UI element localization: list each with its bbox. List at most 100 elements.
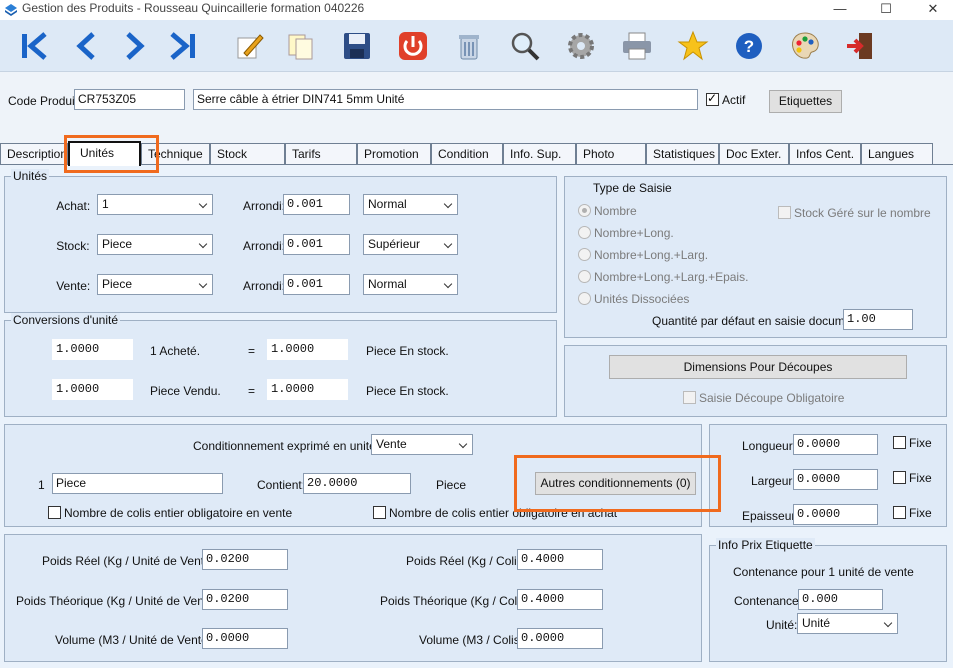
colis-achat-checkbox[interactable] [373, 506, 386, 519]
trash-icon [459, 35, 479, 60]
conversion-right-input[interactable]: 1.0000 [267, 379, 348, 400]
contient-input[interactable]: 20.0000 [303, 473, 411, 494]
tab-info-sup[interactable]: Info. Sup. [503, 143, 576, 164]
tab-infos-cent[interactable]: Infos Cent. [789, 143, 861, 164]
exit-button[interactable] [844, 29, 878, 63]
conversion-left-label: Piece Vendu. [150, 384, 221, 398]
dimension-input[interactable]: 0.0000 [793, 469, 878, 490]
qte-defaut-input[interactable]: 1.00 [843, 309, 913, 330]
maximize-button[interactable]: ☐ [866, 0, 906, 20]
conversion-right-label: Piece En stock. [366, 384, 449, 398]
conditionnement-unit-label: Piece [436, 478, 467, 492]
etiquettes-button[interactable]: Etiquettes [769, 90, 842, 113]
settings-button[interactable] [564, 29, 598, 63]
unites-unit-select[interactable]: Piece [97, 234, 213, 255]
type-saisie-radio[interactable] [578, 248, 591, 261]
minimize-button[interactable]: — [820, 0, 860, 20]
tab-technique[interactable]: Technique [141, 143, 210, 164]
conditionnement-qty: 1 [38, 478, 45, 492]
tab-statistiques[interactable]: Statistiques [646, 143, 719, 164]
qte-defaut-label: Quantité par défaut en saisie document: [652, 314, 865, 328]
tab-doc-exter[interactable]: Doc Exter. [719, 143, 789, 164]
arrondi-input[interactable]: 0.001 [283, 194, 350, 215]
type-saisie-radio[interactable] [578, 226, 591, 239]
arrondi-label: Arrondi: [243, 199, 286, 213]
dimension-fixe-checkbox[interactable] [893, 506, 906, 519]
poids-left-label: Volume (M3 / Unité de Vente): [55, 633, 216, 647]
arrondi-input[interactable]: 0.001 [283, 234, 350, 255]
next-record-button[interactable] [118, 29, 152, 63]
first-record-button[interactable] [17, 29, 51, 63]
delete-button[interactable] [452, 29, 486, 63]
toolbar: ? [0, 20, 953, 72]
unites-unit-select[interactable]: 1 [97, 194, 213, 215]
info-prix-title: Info Prix Etiquette [716, 538, 815, 552]
info-prix-subtitle: Contenance pour 1 unité de vente [733, 565, 914, 579]
code-produit-input[interactable]: CR753Z05 [74, 89, 185, 110]
conversion-left-input[interactable]: 1.0000 [52, 379, 133, 400]
type-saisie-option-label: Nombre+Long.+Larg.+Epais. [594, 270, 749, 284]
conversions-group-title: Conversions d'unité [11, 313, 121, 327]
arrondi-input[interactable]: 0.001 [283, 274, 350, 295]
dimension-input[interactable]: 0.0000 [793, 434, 878, 455]
conversion-left-input[interactable]: 1.0000 [52, 339, 133, 360]
conversion-right-label: Piece En stock. [366, 344, 449, 358]
arrondi-mode-select[interactable]: Supérieur [363, 234, 458, 255]
conversion-right-input[interactable]: 1.0000 [267, 339, 348, 360]
poids-left-input[interactable]: 0.0000 [202, 628, 288, 649]
previous-record-button[interactable] [69, 29, 103, 63]
actif-checkbox[interactable] [706, 91, 719, 106]
power-button[interactable] [396, 29, 430, 63]
colis-vente-checkbox[interactable] [48, 506, 61, 519]
poids-right-input[interactable]: 0.4000 [517, 589, 603, 610]
conditionnement-name-input[interactable]: Piece [52, 473, 223, 494]
poids-left-input[interactable]: 0.0200 [202, 549, 288, 570]
type-saisie-radio[interactable] [578, 204, 591, 217]
tab-langues[interactable]: Langues [861, 143, 933, 164]
search-icon [511, 32, 540, 61]
tab-tarifs[interactable]: Tarifs [285, 143, 357, 164]
dimension-label: Longueur: [742, 439, 797, 453]
poids-right-input[interactable]: 0.0000 [517, 628, 603, 649]
poids-right-input[interactable]: 0.4000 [517, 549, 603, 570]
type-saisie-radio[interactable] [578, 270, 591, 283]
dimension-label: Epaisseur: [742, 509, 799, 523]
copy-button[interactable] [284, 29, 318, 63]
search-button[interactable] [508, 29, 542, 63]
dimension-fixe-checkbox[interactable] [893, 471, 906, 484]
tab-stock[interactable]: Stock [210, 143, 285, 164]
tab-photo[interactable]: Photo [576, 143, 646, 164]
help-button[interactable]: ? [732, 29, 766, 63]
first-icon [22, 32, 47, 60]
dimension-fixe-checkbox[interactable] [893, 436, 906, 449]
print-button[interactable] [620, 29, 654, 63]
arrondi-mode-select[interactable]: Normal [363, 194, 458, 215]
type-saisie-option-label: Nombre+Long.+Larg. [594, 248, 709, 262]
save-button[interactable] [340, 29, 374, 63]
theme-button[interactable] [788, 29, 822, 63]
type-saisie-radio[interactable] [578, 292, 591, 305]
autres-conditionnements-button[interactable]: Autres conditionnements (0) [535, 472, 696, 495]
close-button[interactable]: ✕ [913, 0, 953, 20]
stock-gere-checkbox[interactable] [778, 206, 791, 219]
unites-unit-select[interactable]: Piece [97, 274, 213, 295]
conversion-equals: = [248, 344, 256, 358]
poids-left-input[interactable]: 0.0200 [202, 589, 288, 610]
tab-promotion[interactable]: Promotion [357, 143, 431, 164]
stock-gere-label: Stock Géré sur le nombre [794, 206, 931, 220]
contenance-input[interactable]: 0.000 [798, 589, 883, 610]
favorite-button[interactable] [676, 29, 710, 63]
tab-description[interactable]: Description [0, 143, 68, 164]
tab-condition[interactable]: Condition [431, 143, 503, 164]
edit-icon [237, 34, 264, 59]
dimension-input[interactable]: 0.0000 [793, 504, 878, 525]
last-record-button[interactable] [166, 29, 200, 63]
designation-input[interactable]: Serre câble à étrier DIN741 5mm Unité [193, 89, 698, 110]
decoupe-obligatoire-checkbox[interactable] [683, 391, 696, 404]
unite-select[interactable]: Unité [797, 613, 898, 634]
edit-button[interactable] [232, 29, 266, 63]
conditionnement-unit-select[interactable]: Vente [371, 434, 473, 455]
arrondi-mode-select[interactable]: Normal [363, 274, 458, 295]
tab-unités[interactable]: Unités [68, 141, 141, 166]
dimensions-decoupes-button[interactable]: Dimensions Pour Découpes [609, 355, 907, 379]
